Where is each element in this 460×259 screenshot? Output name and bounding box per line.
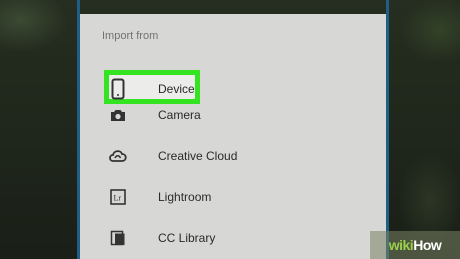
dialog-header: Import from: [102, 30, 159, 42]
cc-library-label: CC Library: [158, 231, 216, 245]
creative-cloud-label: Creative Cloud: [158, 149, 238, 163]
import-lightroom-option[interactable]: Lr Lightroom: [104, 180, 374, 214]
svg-text:Lr: Lr: [114, 194, 122, 203]
right-edge-border: [386, 0, 389, 259]
import-creative-cloud-option[interactable]: Creative Cloud: [104, 139, 374, 173]
lightroom-label: Lightroom: [158, 190, 212, 204]
creative-cloud-icon: [104, 142, 132, 170]
camera-label: Camera: [158, 108, 201, 122]
lightroom-icon: Lr: [104, 183, 132, 211]
camera-icon: [104, 101, 132, 129]
import-dialog: Import from Device Camera Creative Cloud…: [80, 14, 386, 259]
wikihow-watermark: wiki How: [370, 231, 460, 259]
import-camera-option[interactable]: Camera: [104, 98, 374, 132]
device-label: Device: [158, 82, 195, 96]
library-icon: [104, 224, 132, 252]
import-cc-library-option[interactable]: CC Library: [104, 221, 374, 255]
